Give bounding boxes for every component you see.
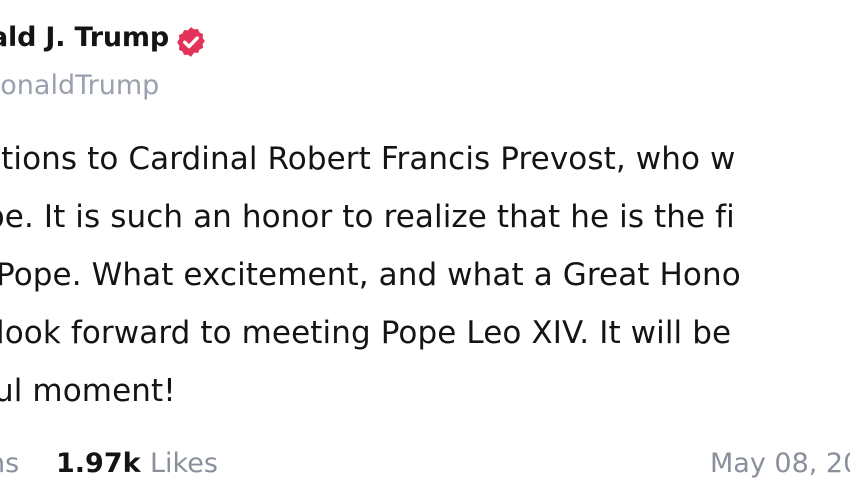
post-line: look forward to meeting Pope Leo XIV. It… [0,315,732,351]
post-line: ations to Cardinal Robert Francis Prevos… [0,141,736,177]
post-line: ul moment! [0,373,176,409]
post-body: ations to Cardinal Robert Francis Prevos… [0,130,850,420]
post-line: pe. It is such an honor to realize that … [0,199,735,235]
verified-badge-icon [177,27,205,57]
author-display-name[interactable]: ald J. Trump [0,22,169,53]
post-line: Pope. What excitement, and what a Great … [0,257,741,293]
author-handle[interactable]: lDonaldTrump [0,70,159,101]
likes-count[interactable]: 1.97k [56,448,141,479]
post-date[interactable]: May 08, 20 [710,448,850,479]
reposts-label[interactable]: ns [0,448,19,479]
likes-label[interactable]: Likes [150,448,218,479]
post-stats: ns 1.97k Likes May 08, 20 [0,442,850,492]
post-card: ald J. Trump lDonaldTrump ations to Card… [0,0,850,500]
